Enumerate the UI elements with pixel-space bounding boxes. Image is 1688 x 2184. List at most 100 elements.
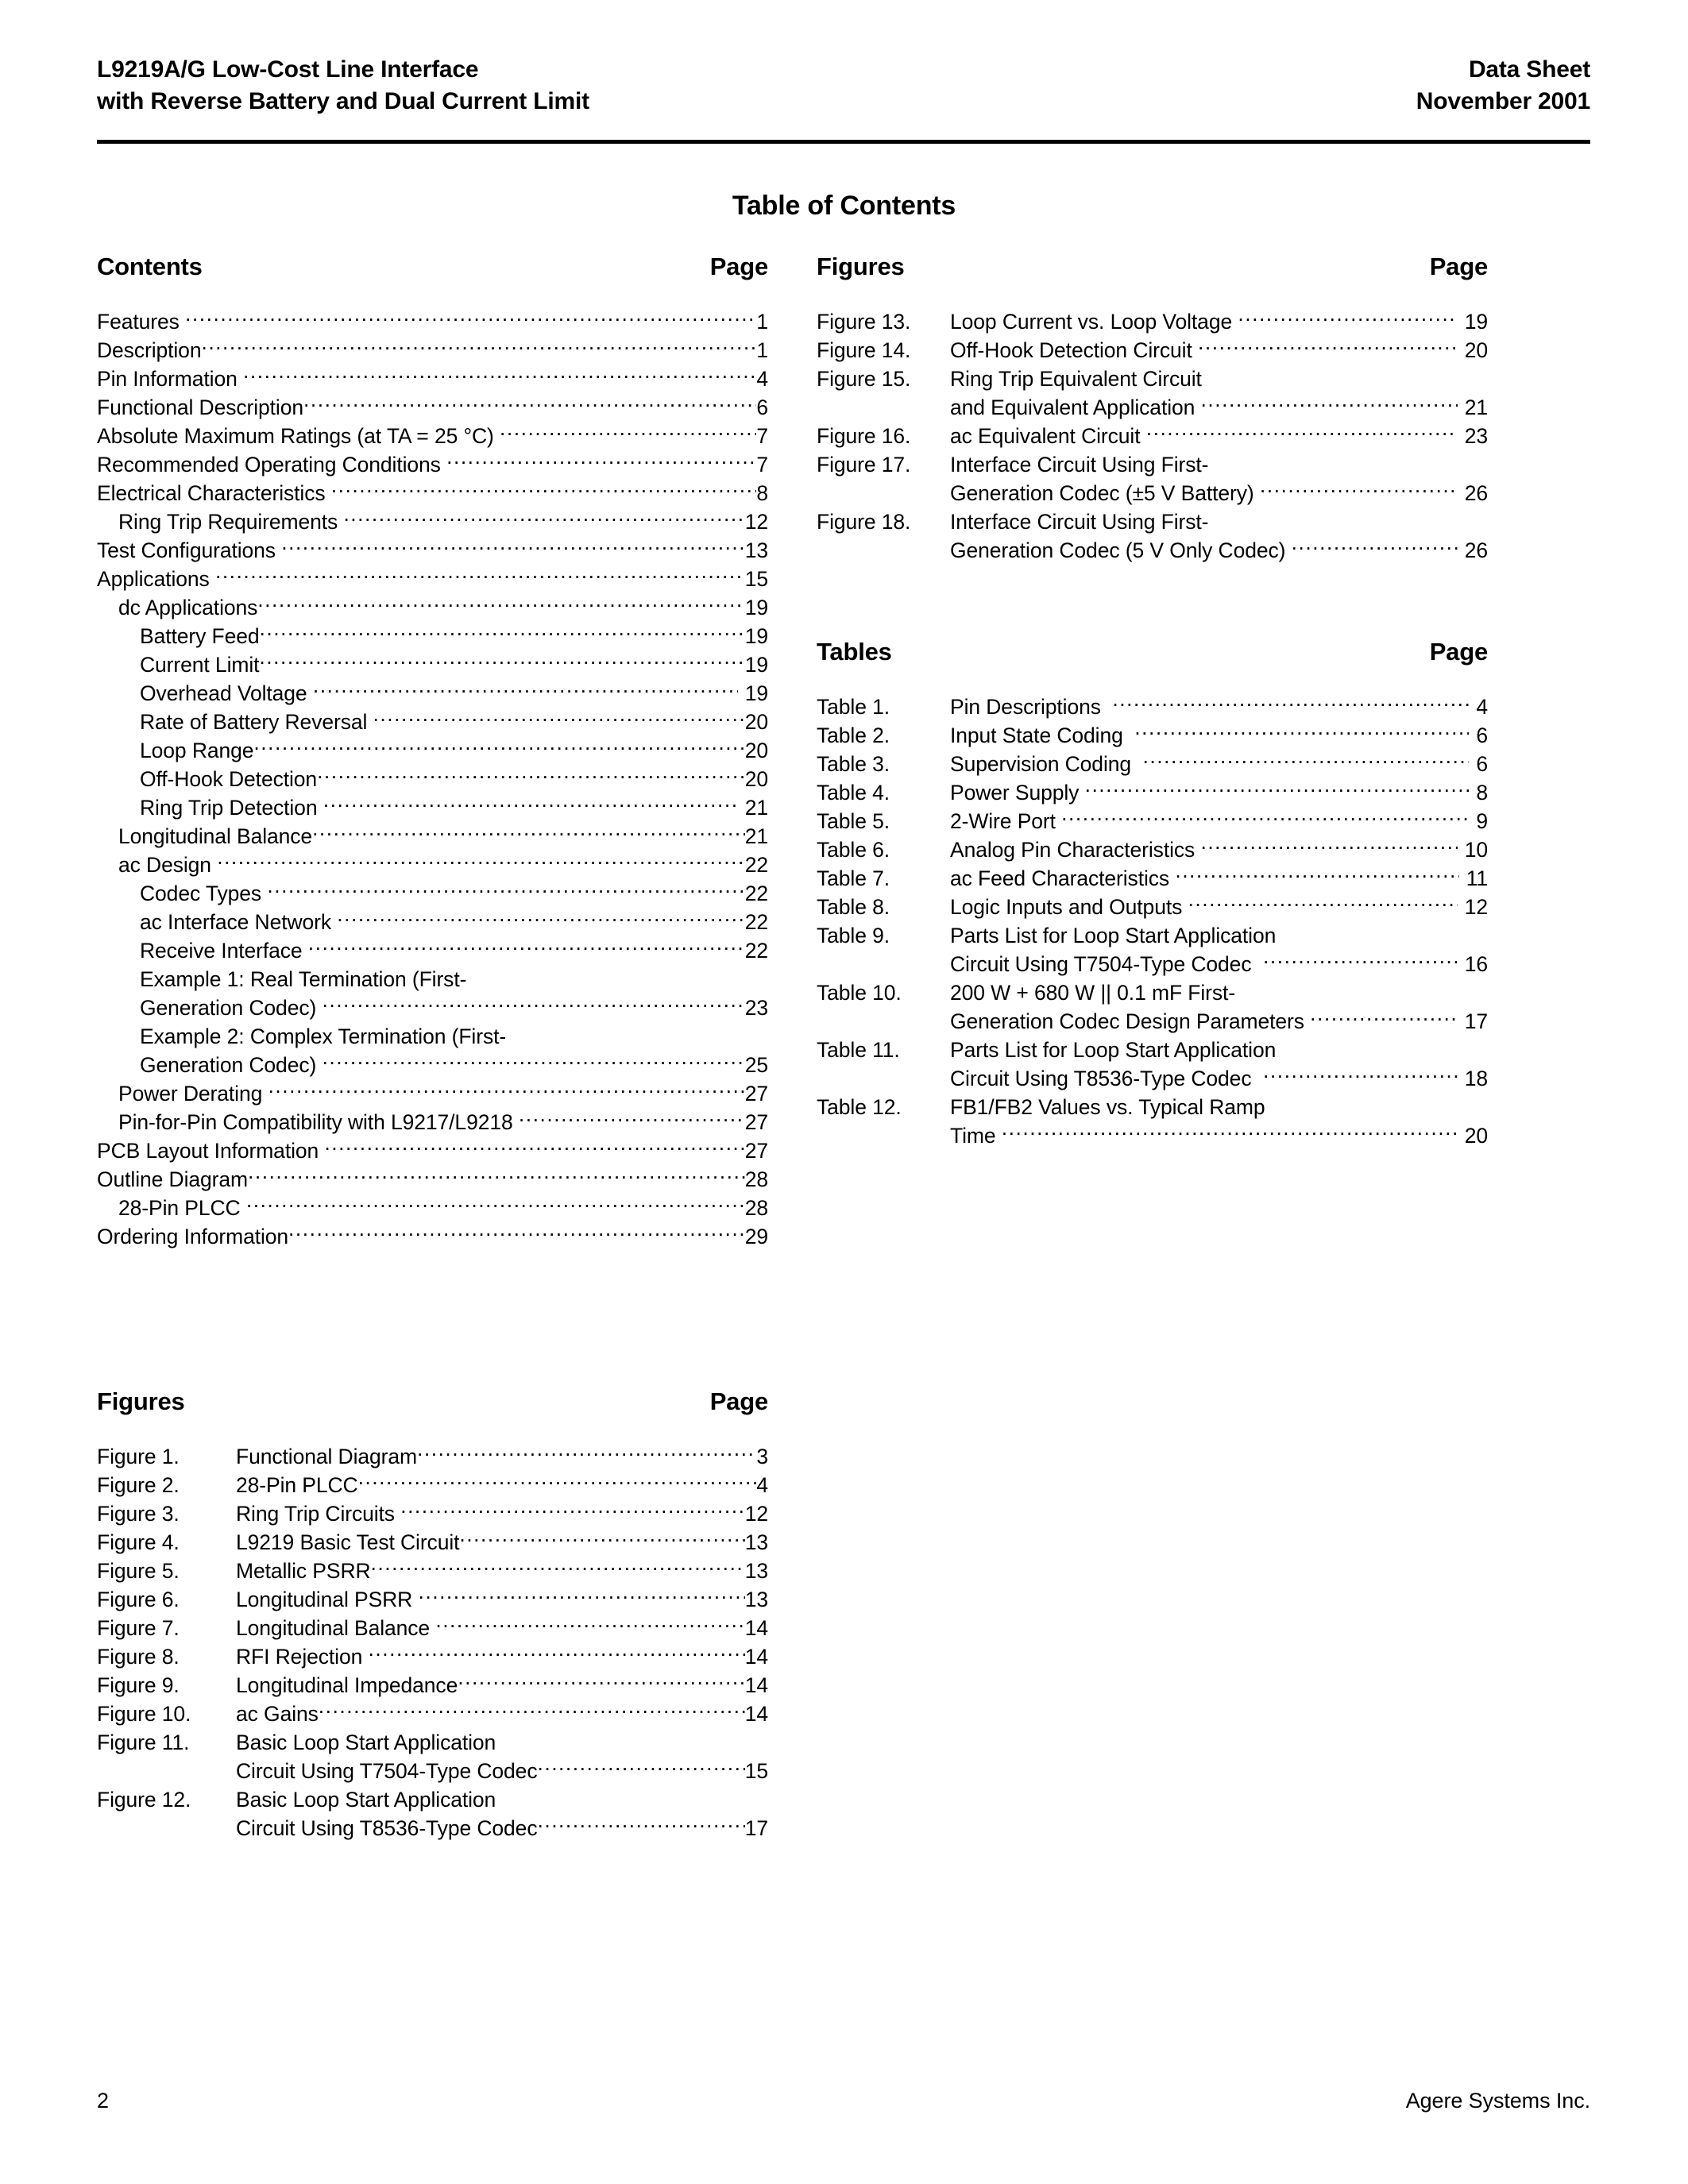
toc-entry[interactable]: Recommended Operating Conditions 7 (97, 450, 768, 479)
toc-entry[interactable]: Figure 16. ac Equivalent Circuit 23 (817, 422, 1488, 450)
toc-leader-dots (1208, 450, 1481, 472)
toc-entry-title: Outline Diagram (97, 1167, 248, 1191)
toc-entry[interactable]: Figure 2. 28-Pin PLCC 4 (97, 1471, 768, 1499)
toc-entry[interactable]: Figure 11. Basic Loop Start Application (97, 1728, 768, 1757)
toc-entry[interactable]: ac Interface Network 22 (97, 908, 768, 936)
toc-entry-label: Figure 8. (97, 1644, 180, 1669)
toc-entry[interactable]: Figure 3. Ring Trip Circuits 12 (97, 1499, 768, 1528)
toc-entry[interactable]: Figure 4. L9219 Basic Test Circuit 13 (97, 1528, 768, 1557)
page-title: Table of Contents (732, 191, 956, 221)
toc-entry-title: Functional Description (97, 395, 303, 419)
toc-entry[interactable]: Generation Codec (5 V Only Codec) 26 (817, 536, 1488, 565)
toc-entry-title: ac Interface Network (140, 909, 338, 934)
toc-entry[interactable]: Receive Interface 22 (97, 936, 768, 965)
toc-entry[interactable]: Table 7. ac Feed Characteristics 11 (817, 864, 1488, 893)
toc-entry[interactable]: Absolute Maximum Ratings (at TA = 25 °C)… (97, 422, 768, 450)
toc-entry[interactable]: Pin Information 4 (97, 365, 768, 393)
toc-leader-dots (323, 793, 738, 815)
toc-entry[interactable]: Power Derating 27 (97, 1079, 768, 1108)
toc-entry-title: Receive Interface (140, 938, 308, 963)
toc-entry-label: Figure 16. (817, 423, 911, 448)
toc-leader-dots (185, 307, 756, 329)
toc-entry[interactable]: Rate of Battery Reversal 20 (97, 708, 768, 736)
toc-entry[interactable]: Circuit Using T8536-Type Codec 17 (97, 1814, 768, 1843)
toc-entry-page-number: 4 (1476, 694, 1488, 719)
toc-entry-page-number: 19 (1464, 309, 1488, 334)
toc-entry[interactable]: Circuit Using T7504-Type Codec 16 (817, 950, 1488, 978)
tables-page-heading-label: Page (1429, 638, 1488, 666)
toc-entry[interactable]: Figure 9. Longitudinal Impedance 14 (97, 1671, 768, 1700)
toc-entry[interactable]: ac Design 22 (97, 851, 768, 879)
toc-entry[interactable]: Figure 7. Longitudinal Balance 14 (97, 1614, 768, 1642)
toc-entry-title: Parts List for Loop Start Application (950, 923, 1277, 947)
toc-entry[interactable]: Description 1 (97, 336, 768, 365)
toc-entry[interactable]: Time 20 (817, 1121, 1488, 1150)
toc-entry[interactable]: and Equivalent Application 21 (817, 393, 1488, 422)
toc-leader-dots (358, 1471, 757, 1492)
toc-entry[interactable]: Electrical Characteristics 8 (97, 479, 768, 507)
toc-entry[interactable]: Table 6. Analog Pin Characteristics 10 (817, 835, 1488, 864)
toc-entry[interactable]: Figure 6. Longitudinal PSRR 13 (97, 1585, 768, 1614)
toc-entry[interactable]: Generation Codec) 23 (97, 994, 768, 1022)
toc-entry[interactable]: Table 10. 200 W + 680 W || 0.1 mF First- (817, 978, 1488, 1007)
toc-entry-title: ac Feed Characteristics (950, 866, 1176, 890)
toc-entry-page-number: 8 (756, 480, 768, 505)
toc-entry[interactable]: Table 2. Input State Coding 6 (817, 721, 1488, 750)
toc-entry[interactable]: Figure 18. Interface Circuit Using First- (817, 507, 1488, 536)
toc-entry[interactable]: Example 1: Real Termination (First- (97, 965, 768, 994)
toc-entry[interactable]: Table 3. Supervision Coding 6 (817, 750, 1488, 778)
toc-entry[interactable]: Test Configurations 13 (97, 536, 768, 565)
toc-leader-dots (1146, 422, 1458, 443)
toc-entry[interactable]: Table 1. Pin Descriptions 4 (817, 693, 1488, 721)
toc-entry[interactable]: Codec Types 22 (97, 879, 768, 908)
toc-leader-dots (288, 1222, 745, 1244)
toc-entry[interactable]: Current Limit 19 (97, 650, 768, 679)
toc-entry[interactable]: Longitudinal Balance 21 (97, 822, 768, 851)
toc-entry[interactable]: Circuit Using T8536-Type Codec 18 (817, 1064, 1488, 1093)
toc-entry[interactable]: Table 11. Parts List for Loop Start Appli… (817, 1036, 1488, 1064)
toc-entry[interactable]: Functional Description 6 (97, 393, 768, 422)
toc-entry[interactable]: Figure 14. Off-Hook Detection Circuit 20 (817, 336, 1488, 365)
toc-entry[interactable]: Off-Hook Detection 20 (97, 765, 768, 793)
toc-entry-page-number: 4 (756, 366, 768, 391)
toc-entry[interactable]: Overhead Voltage 19 (97, 679, 768, 708)
toc-entry[interactable]: Figure 5. Metallic PSRR 13 (97, 1557, 768, 1585)
toc-entry[interactable]: Table 5. 2-Wire Port 9 (817, 807, 1488, 835)
toc-entry[interactable]: Figure 8. RFI Rejection 14 (97, 1642, 768, 1671)
toc-entry-page-number: 21 (1464, 395, 1488, 419)
toc-entry[interactable]: Table 12. FB1/FB2 Values vs. Typical Ramp (817, 1093, 1488, 1121)
toc-entry[interactable]: Battery Feed 19 (97, 622, 768, 650)
toc-entry[interactable]: Figure 15. Ring Trip Equivalent Circuit (817, 365, 1488, 393)
toc-entry[interactable]: Applications 15 (97, 565, 768, 593)
toc-entry[interactable]: Example 2: Complex Termination (First- (97, 1022, 768, 1051)
toc-entry[interactable]: Figure 10. ac Gains 14 (97, 1700, 768, 1728)
toc-entry-title: Generation Codec (±5 V Battery) (950, 480, 1260, 505)
toc-entry-title: 28-Pin PLCC (118, 1195, 246, 1220)
toc-entry[interactable]: Table 4. Power Supply 8 (817, 778, 1488, 807)
toc-entry[interactable]: Ring Trip Detection 21 (97, 793, 768, 822)
toc-entry[interactable]: Loop Range 20 (97, 736, 768, 765)
toc-entry[interactable]: Ring Trip Requirements 12 (97, 507, 768, 536)
toc-entry[interactable]: Pin-for-Pin Compatibility with L9217/L92… (97, 1108, 768, 1136)
toc-entry[interactable]: Ordering Information 29 (97, 1222, 768, 1251)
toc-entry[interactable]: Circuit Using T7504-Type Codec 15 (97, 1757, 768, 1785)
toc-entry[interactable]: Figure 17. Interface Circuit Using First- (817, 450, 1488, 479)
toc-entry-page-number: 18 (1464, 1066, 1488, 1090)
toc-entry[interactable]: 28-Pin PLCC 28 (97, 1194, 768, 1222)
toc-entry[interactable]: Generation Codec Design Parameters 17 (817, 1007, 1488, 1036)
toc-entry[interactable]: Generation Codec (±5 V Battery) 26 (817, 479, 1488, 507)
toc-entry[interactable]: Table 9. Parts List for Loop Start Applic… (817, 921, 1488, 950)
toc-entry-page-number: 19 (744, 623, 768, 648)
toc-entry[interactable]: Features 1 (97, 307, 768, 336)
toc-entry[interactable]: Generation Codec) 25 (97, 1051, 768, 1079)
toc-entry[interactable]: Figure 1. Functional Diagram 3 (97, 1442, 768, 1471)
toc-leader-dots (322, 1051, 744, 1072)
toc-entry[interactable]: PCB Layout Information 27 (97, 1136, 768, 1165)
toc-entry-title: Metallic PSRR (236, 1558, 371, 1583)
toc-entry-title: Features (97, 309, 186, 334)
toc-entry[interactable]: Table 8. Logic Inputs and Outputs 12 (817, 893, 1488, 921)
toc-entry[interactable]: dc Applications 19 (97, 593, 768, 622)
toc-entry[interactable]: Outline Diagram 28 (97, 1165, 768, 1194)
toc-entry[interactable]: Figure 12. Basic Loop Start Application (97, 1785, 768, 1814)
toc-entry[interactable]: Figure 13. Loop Current vs. Loop Voltage … (817, 307, 1488, 336)
